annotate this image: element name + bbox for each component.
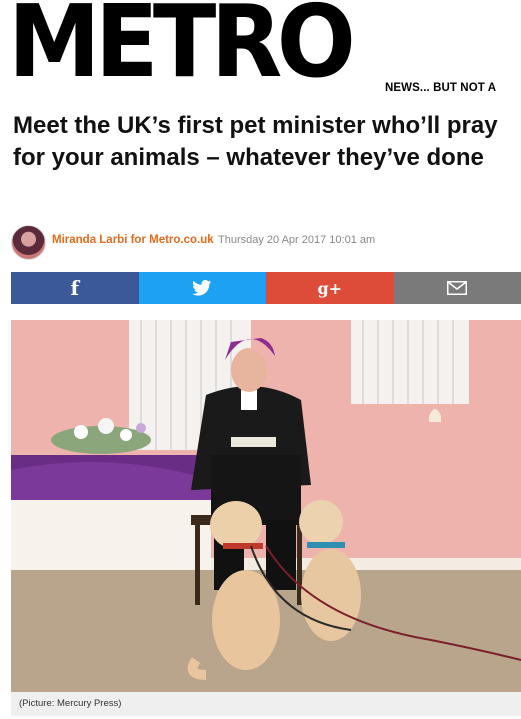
publish-timestamp: Thursday 20 Apr 2017 10:01 am (218, 234, 376, 246)
share-email-button[interactable] (393, 272, 521, 304)
share-facebook-button[interactable]: f (11, 272, 139, 304)
author-avatar (11, 225, 46, 260)
email-icon (447, 281, 468, 295)
article-photo (11, 320, 521, 692)
share-google-plus-button[interactable]: g+ (266, 272, 394, 304)
author-link[interactable]: Miranda Larbi for Metro.co.uk (52, 234, 214, 246)
share-bar: f g+ (11, 272, 521, 304)
photo-caption: (Picture: Mercury Press) (19, 698, 122, 709)
byline: Miranda Larbi for Metro.co.uk Thursday 2… (11, 225, 511, 260)
article-headline: Meet the UK’s first pet minister who’ll … (13, 112, 498, 171)
google-plus-icon: g+ (317, 278, 343, 298)
masthead: METRO NEWS... BUT NOT A (0, 0, 521, 98)
photo-caption-bar: (Picture: Mercury Press) (11, 692, 521, 716)
metro-logo[interactable]: METRO (8, 0, 356, 92)
facebook-icon: f (70, 276, 80, 300)
twitter-icon (192, 280, 212, 296)
masthead-tagline: NEWS... BUT NOT A (385, 82, 497, 94)
share-twitter-button[interactable] (138, 272, 266, 304)
